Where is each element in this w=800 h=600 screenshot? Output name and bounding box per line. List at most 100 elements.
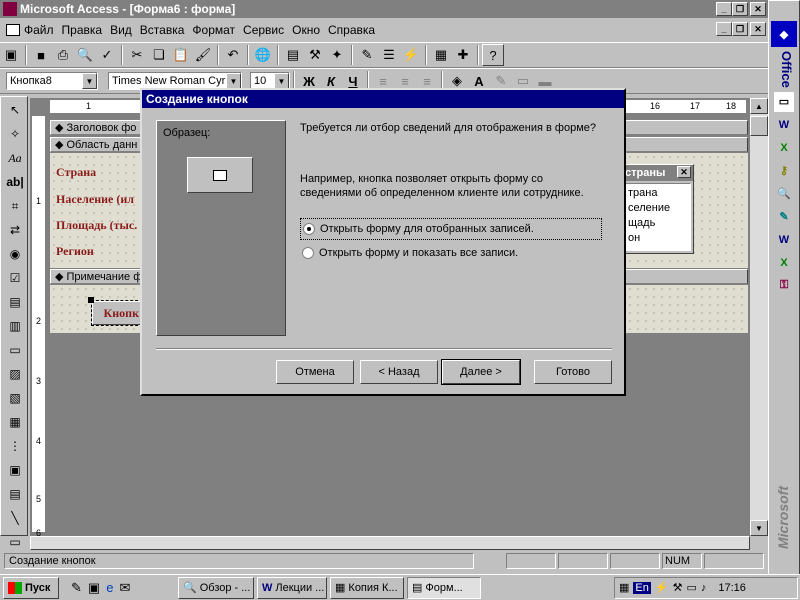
object-combo[interactable]: Кнопка8 ▼	[6, 72, 98, 90]
listbox-tool-icon[interactable]: ▥	[3, 315, 27, 337]
print-icon[interactable]: ⎙	[52, 44, 74, 66]
option-button-icon[interactable]: ◉	[3, 243, 27, 265]
subform-icon[interactable]: ▤	[3, 483, 27, 505]
radio-unchecked[interactable]	[302, 247, 314, 259]
web-icon[interactable]: 🌐	[252, 44, 274, 66]
chevron-down-icon[interactable]: ▼	[274, 73, 289, 89]
excel-icon[interactable]: X	[774, 138, 794, 158]
scroll-down-icon[interactable]: ▼	[750, 520, 768, 536]
word-icon[interactable]: W	[774, 115, 794, 135]
menu-window[interactable]: Окно	[288, 23, 324, 37]
view-icon[interactable]: ▣	[0, 44, 22, 66]
start-button[interactable]: Пуск	[3, 576, 59, 599]
menu-file[interactable]: Файл	[20, 23, 58, 37]
next-button[interactable]: Далее >	[441, 359, 521, 385]
option-group-icon[interactable]: ⌗	[3, 195, 27, 217]
combobox-tool-icon[interactable]: ▤	[3, 291, 27, 313]
note-icon[interactable]: ✎	[774, 207, 794, 227]
save-icon[interactable]: ■	[30, 44, 52, 66]
doc-close-button[interactable]: ✕	[750, 22, 766, 36]
maximize-button[interactable]: ❐	[732, 2, 748, 16]
help-icon[interactable]: ?	[482, 44, 504, 66]
search-icon[interactable]: 🔍	[774, 184, 794, 204]
image-tool-icon[interactable]: ▨	[3, 363, 27, 385]
selection-handle[interactable]	[88, 297, 94, 303]
database-window-icon[interactable]: ▦	[430, 44, 452, 66]
doc-minimize-button[interactable]: _	[716, 22, 732, 36]
language-indicator[interactable]: En	[633, 581, 651, 594]
key-icon[interactable]: ⚷	[774, 161, 794, 181]
tray-icon[interactable]: ▦	[619, 581, 629, 594]
task-explorer[interactable]: 🔍 Обзор - ...	[178, 576, 254, 599]
textbox-tool-icon[interactable]: ab|	[3, 171, 27, 193]
spelling-icon[interactable]: ✓	[96, 44, 118, 66]
close-button[interactable]: ✕	[750, 2, 766, 16]
tray-icon[interactable]: ▭	[686, 581, 696, 594]
label-region[interactable]: Регион	[56, 244, 94, 259]
label-tool-icon[interactable]: Aa	[3, 147, 27, 169]
scroll-thumb[interactable]	[750, 116, 768, 136]
label-country[interactable]: Страна	[56, 165, 96, 180]
properties-icon[interactable]: ☰	[378, 44, 400, 66]
tray-icon[interactable]: ⚒	[673, 581, 683, 594]
mail-icon[interactable]: ✉	[119, 580, 130, 596]
volume-icon[interactable]: ♪	[701, 582, 707, 594]
task-access-copy[interactable]: ▦ Копия К...	[330, 576, 404, 599]
checkbox-tool-icon[interactable]: ☑	[3, 267, 27, 289]
menu-help[interactable]: Справка	[324, 23, 379, 37]
desktop-icon[interactable]: ▣	[88, 580, 100, 596]
minimize-button[interactable]: _	[716, 2, 732, 16]
task-word[interactable]: W Лекции ...	[257, 576, 327, 599]
horizontal-scrollbar[interactable]	[30, 536, 750, 550]
field-list-window[interactable]: страны ✕ трана селение щадь он	[620, 164, 694, 254]
radio-checked[interactable]	[303, 223, 315, 235]
field-item[interactable]: селение	[628, 201, 686, 216]
office-logo-icon[interactable]: ◆	[771, 21, 797, 47]
option-all-records[interactable]: Открыть форму и показать все записи.	[302, 247, 518, 259]
field-item[interactable]: щадь	[628, 216, 686, 231]
excel-doc-icon[interactable]: X	[774, 253, 794, 273]
access-icon[interactable]: ⚿	[774, 276, 794, 296]
new-doc-icon[interactable]: ▭	[774, 91, 794, 112]
toggle-button-icon[interactable]: ⇄	[3, 219, 27, 241]
copy-icon[interactable]: ❏	[148, 44, 170, 66]
page-break-icon[interactable]: ⋮	[3, 435, 27, 457]
cut-icon[interactable]: ✂	[126, 44, 148, 66]
build-icon[interactable]: ⚡	[400, 44, 422, 66]
tab-control-icon[interactable]: ▣	[3, 459, 27, 481]
doc-restore-button[interactable]: ❐	[732, 22, 748, 36]
task-form[interactable]: ▤ Форм...	[407, 576, 481, 599]
chevron-down-icon[interactable]: ▼	[82, 73, 97, 89]
command-button-icon[interactable]: ▭	[3, 339, 27, 361]
field-item[interactable]: трана	[628, 186, 686, 201]
select-pointer-icon[interactable]: ↖	[3, 99, 27, 121]
browser-icon[interactable]: e	[106, 580, 113, 596]
menu-insert[interactable]: Вставка	[136, 23, 189, 37]
print-preview-icon[interactable]: 🔍	[74, 44, 96, 66]
wizard-icon[interactable]: ✧	[3, 123, 27, 145]
undo-icon[interactable]: ↶	[222, 44, 244, 66]
toolbox-icon[interactable]: ⚒	[304, 44, 326, 66]
field-list-close-icon[interactable]: ✕	[677, 166, 691, 178]
field-item[interactable]: он	[628, 231, 686, 246]
vertical-scrollbar[interactable]: ▲ ▼	[750, 98, 768, 536]
option-selected-records[interactable]: Открыть форму для отобранных записей.	[300, 218, 602, 240]
autoformat-icon[interactable]: ✦	[326, 44, 348, 66]
label-area[interactable]: Площадь (тыс.	[56, 218, 137, 233]
form-command-button[interactable]: Кнопк	[91, 300, 143, 326]
label-population[interactable]: Население (ил	[56, 192, 134, 207]
pencil-icon[interactable]: ✎	[71, 580, 82, 596]
word-doc-icon[interactable]: W	[774, 230, 794, 250]
code-icon[interactable]: ✎	[356, 44, 378, 66]
menu-view[interactable]: Вид	[106, 23, 136, 37]
menu-format[interactable]: Формат	[188, 23, 239, 37]
format-painter-icon[interactable]: 🖌	[192, 44, 214, 66]
field-list-icon[interactable]: ▤	[282, 44, 304, 66]
chevron-down-icon[interactable]: ▼	[226, 73, 241, 89]
new-object-icon[interactable]: ✚	[452, 44, 474, 66]
tray-icon[interactable]: ⚡	[655, 581, 669, 594]
line-tool-icon[interactable]: ╲	[3, 507, 27, 529]
menu-tools[interactable]: Сервис	[239, 23, 288, 37]
bound-frame-icon[interactable]: ▦	[3, 411, 27, 433]
cancel-button[interactable]: Отмена	[276, 360, 354, 384]
